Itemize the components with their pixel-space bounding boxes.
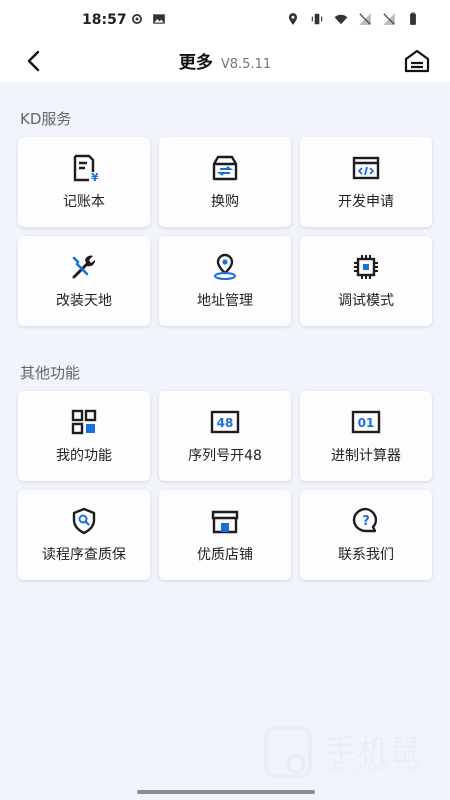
location-pin-icon: [214, 253, 236, 280]
serial-open48-button[interactable]: 48 序列号开48: [159, 391, 291, 481]
title-row: 更多 V8.5.11: [0, 40, 450, 82]
settings-gear-icon: [132, 14, 142, 24]
tools-icon: [72, 255, 96, 279]
signal-off-icon-2: [383, 13, 395, 25]
contact-us-button[interactable]: ? 联系我们: [300, 490, 432, 580]
my-features-label: 我的功能: [56, 448, 112, 464]
debug-mode-button[interactable]: 调试模式: [300, 236, 432, 326]
read-program-warranty-label: 读程序查质保: [42, 547, 126, 563]
svg-text:?: ?: [362, 514, 370, 529]
status-left-icons: [130, 12, 166, 26]
grid-icon: [71, 409, 97, 435]
store-icon: [211, 510, 239, 534]
question-bubble-icon: ?: [352, 507, 378, 533]
badge-48-icon: 48: [210, 410, 240, 434]
svg-text:48: 48: [217, 416, 234, 430]
watermark-subtitle: SHOUJISHU.COM: [326, 764, 422, 775]
page-title: 更多: [178, 53, 213, 73]
serial-open48-label: 序列号开48: [188, 448, 262, 464]
section-title-other-features: 其他功能: [20, 364, 81, 382]
shield-search-icon: [72, 507, 96, 535]
quality-store-label: 优质店铺: [197, 547, 253, 563]
other-features-grid: 我的功能 48 序列号开48 01 进制计算器 读程序查质保 优质店铺 ? 联系…: [18, 391, 432, 580]
wifi-icon: [334, 14, 348, 25]
debug-mode-label: 调试模式: [338, 293, 394, 309]
exchange-box-icon: [212, 155, 238, 181]
signal-off-icon: [359, 13, 371, 25]
ledger-button[interactable]: ¥ 记账本: [18, 137, 150, 227]
app-header: 18:57 更多 V8.5.11: [0, 0, 450, 82]
base-calculator-button[interactable]: 01 进制计算器: [300, 391, 432, 481]
location-icon: [288, 13, 298, 25]
chip-icon: [354, 255, 378, 279]
my-features-button[interactable]: 我的功能: [18, 391, 150, 481]
address-manage-label: 地址管理: [197, 293, 253, 309]
badge-01-icon: 01: [351, 410, 381, 434]
image-icon: [153, 14, 165, 24]
section-title-kd-service: KD服务: [20, 110, 72, 128]
status-right-icons: [286, 12, 420, 26]
ledger-label: 记账本: [63, 194, 105, 210]
status-time: 18:57: [82, 12, 127, 28]
navigation-handle[interactable]: [137, 790, 315, 794]
battery-icon: [410, 12, 416, 25]
code-window-icon: [352, 156, 380, 180]
vibrate-icon: [311, 13, 323, 25]
contact-us-label: 联系我们: [338, 547, 394, 563]
dev-apply-label: 开发申请: [338, 194, 394, 210]
quality-store-button[interactable]: 优质店铺: [159, 490, 291, 580]
modify-world-button[interactable]: 改装天地: [18, 236, 150, 326]
address-manage-button[interactable]: 地址管理: [159, 236, 291, 326]
base-calculator-label: 进制计算器: [331, 448, 401, 464]
read-program-warranty-button[interactable]: 读程序查质保: [18, 490, 150, 580]
status-bar: 18:57: [0, 0, 450, 40]
app-version: V8.5.11: [220, 57, 272, 72]
kd-service-grid: ¥ 记账本 换购 开发申请 改装天地 地址管理 调试模式: [18, 137, 432, 326]
svg-text:¥: ¥: [91, 171, 99, 183]
exchange-label: 换购: [211, 194, 239, 210]
ledger-icon: ¥: [73, 154, 99, 183]
watermark-mouse-logo: [264, 726, 312, 778]
site-watermark: 手机鼠 SHOUJISHU.COM: [262, 724, 432, 784]
dev-apply-button[interactable]: 开发申请: [300, 137, 432, 227]
exchange-button[interactable]: 换购: [159, 137, 291, 227]
home-icon[interactable]: [402, 46, 432, 76]
modify-world-label: 改装天地: [56, 293, 112, 309]
svg-text:01: 01: [358, 416, 375, 430]
title-wrap: 更多 V8.5.11: [0, 48, 450, 73]
